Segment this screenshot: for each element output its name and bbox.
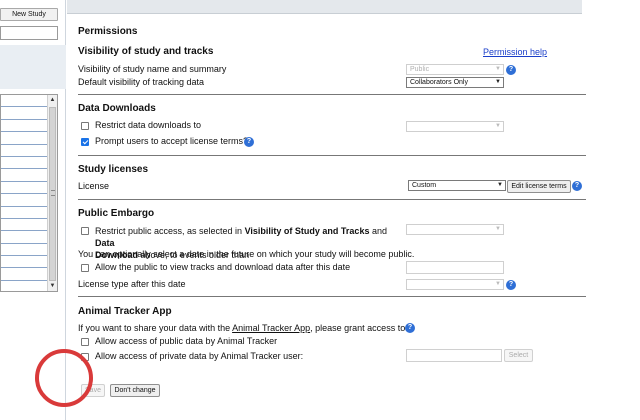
study-list-row[interactable]	[1, 207, 47, 219]
chevron-down-icon: ▼	[497, 182, 503, 188]
study-list-scrollbar[interactable]: ▲ ▼	[47, 95, 57, 291]
tracker-intro-text-2: , please grant access to it.	[310, 323, 415, 333]
restrict-public-text-2: and	[369, 226, 387, 236]
scroll-up-icon[interactable]: ▲	[48, 95, 57, 105]
prompt-license-checkbox[interactable]	[81, 138, 89, 146]
help-icon[interactable]: ?	[244, 137, 254, 147]
tracker-user-input[interactable]	[406, 349, 502, 362]
annotation-circle	[35, 349, 93, 407]
dont-change-button[interactable]: Don't change	[110, 384, 160, 397]
study-list-row[interactable]	[1, 169, 47, 182]
animal-tracker-app-link[interactable]: Animal Tracker App	[232, 323, 310, 333]
name-summary-value: Public	[410, 66, 430, 73]
restrict-downloads-checkbox[interactable]	[81, 122, 89, 130]
license-label: License	[78, 181, 110, 191]
restrict-downloads-label: Restrict data downloads to	[95, 120, 202, 130]
study-list-row[interactable]	[1, 157, 47, 170]
new-study-button[interactable]: New Study	[0, 8, 58, 21]
study-list-row[interactable]	[1, 145, 47, 157]
tracker-private-label: Allow access of private data by Animal T…	[95, 351, 304, 361]
prompt-license-label: Prompt users to accept license terms?	[95, 136, 249, 146]
study-list-row[interactable]	[1, 120, 47, 133]
restrict-downloads-select[interactable]: ▼	[406, 121, 504, 132]
scroll-thumb[interactable]	[49, 107, 56, 281]
tracker-intro-text-1: If you want to share your data with the	[78, 323, 233, 333]
study-list-row[interactable]	[1, 219, 47, 232]
embargo-section-title: Public Embargo	[78, 208, 155, 219]
top-bar	[67, 0, 582, 14]
name-summary-label: Visibility of study name and summary	[78, 64, 227, 74]
restrict-public-checkbox[interactable]	[81, 227, 89, 235]
embargo-date-input[interactable]	[406, 261, 504, 274]
scroll-down-icon[interactable]: ▼	[48, 281, 57, 291]
chevron-down-icon: ▼	[495, 66, 501, 72]
help-icon[interactable]: ?	[506, 65, 516, 75]
tracking-visibility-label: Default visibility of tracking data	[78, 77, 205, 87]
allow-public-after-date-checkbox[interactable]	[81, 264, 89, 272]
help-icon[interactable]: ?	[405, 323, 415, 333]
permission-help-link[interactable]: Permission help	[483, 47, 547, 57]
tracking-visibility-value: Collaborators Only	[410, 79, 468, 86]
allow-public-after-date-label: Allow the public to view tracks and down…	[95, 262, 351, 272]
license-after-date-label: License type after this date	[78, 279, 186, 289]
grip-icon	[51, 190, 55, 196]
permissions-panel: Permissions Visibility of study and trac…	[72, 14, 586, 420]
tracker-intro-text: If you want to share your data with the …	[78, 323, 415, 333]
study-list-row[interactable]	[1, 107, 47, 120]
restrict-public-text-1: Restrict public access, as selected in	[95, 226, 245, 236]
license-value: Custom	[412, 182, 437, 189]
divider	[78, 94, 586, 95]
divider	[78, 155, 586, 156]
study-list-row[interactable]	[1, 132, 47, 145]
divider	[78, 199, 586, 200]
tracker-section-title: Animal Tracker App	[78, 306, 172, 317]
restrict-public-bold-1: Visibility of Study and Tracks	[244, 226, 370, 236]
tracker-public-checkbox[interactable]	[81, 338, 89, 346]
study-list-row[interactable]	[1, 244, 47, 257]
study-list-row[interactable]	[1, 268, 47, 281]
optional-date-text: You can optionally select a date in the …	[78, 249, 415, 259]
license-select[interactable]: Custom ▼	[408, 180, 506, 191]
study-list-row[interactable]	[1, 182, 47, 195]
study-list-row[interactable]	[1, 95, 47, 108]
sidebar-header-panel	[0, 45, 66, 89]
visibility-section-title: Visibility of study and tracks	[78, 46, 214, 57]
tracker-public-label: Allow access of public data by Animal Tr…	[95, 336, 278, 346]
help-icon[interactable]: ?	[572, 181, 582, 191]
study-list-row[interactable]	[1, 231, 47, 244]
study-list[interactable]: ▲ ▼	[0, 94, 58, 292]
edit-license-terms-button[interactable]: Edit license terms	[507, 180, 571, 193]
chevron-down-icon: ▼	[495, 79, 501, 85]
restrict-public-bold-2a: Data	[95, 238, 115, 248]
divider	[78, 296, 586, 297]
embargo-age-select[interactable]: ▼	[406, 224, 504, 235]
help-icon[interactable]: ?	[506, 280, 516, 290]
downloads-section-title: Data Downloads	[78, 103, 156, 114]
chevron-down-icon: ▼	[495, 281, 501, 287]
name-summary-select[interactable]: Public ▼	[406, 64, 504, 75]
select-user-button[interactable]: Select	[504, 349, 533, 362]
study-list-row[interactable]	[1, 194, 47, 207]
page-title: Permissions	[78, 26, 138, 37]
chevron-down-icon: ▼	[495, 123, 501, 129]
tracking-visibility-select[interactable]: Collaborators Only ▼	[406, 77, 504, 88]
chevron-down-icon: ▼	[495, 226, 501, 232]
study-search-input[interactable]	[0, 26, 58, 40]
study-list-row[interactable]	[1, 256, 47, 269]
license-after-date-select[interactable]: ▼	[406, 279, 504, 290]
licenses-section-title: Study licenses	[78, 164, 149, 175]
